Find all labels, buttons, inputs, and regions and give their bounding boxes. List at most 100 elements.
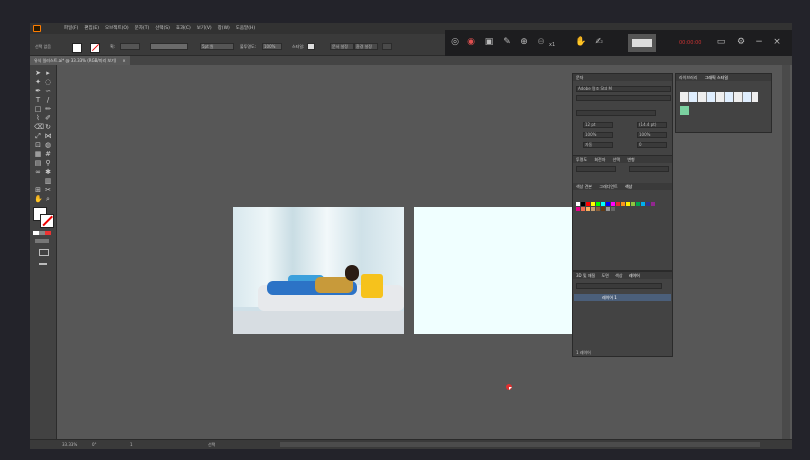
selection-tool-icon[interactable]: ➤ bbox=[34, 69, 42, 77]
eraser-tool-icon[interactable]: ⌫ bbox=[34, 123, 44, 131]
color-swatch[interactable] bbox=[586, 202, 590, 206]
color-swatch[interactable] bbox=[636, 202, 640, 206]
zoom-out-icon[interactable]: ⊖ bbox=[535, 36, 547, 48]
zoom-tool-icon[interactable]: ⌕ bbox=[44, 195, 52, 203]
paintbrush-tool-icon[interactable]: ✏ bbox=[44, 105, 52, 113]
width-tool-icon[interactable]: ⋈ bbox=[44, 132, 52, 140]
stroke-swatch[interactable] bbox=[90, 43, 100, 53]
color-swatch[interactable] bbox=[606, 207, 610, 211]
color-swatch[interactable] bbox=[621, 202, 625, 206]
tab-select[interactable]: 선택 bbox=[613, 157, 620, 162]
menu-effect[interactable]: 효과(C) bbox=[176, 25, 191, 31]
leading-input[interactable]: (14.4 pt) bbox=[637, 122, 667, 128]
screen-mode-icon[interactable] bbox=[39, 249, 49, 256]
stroke-color-box[interactable] bbox=[40, 214, 54, 228]
column-graph-tool-icon[interactable]: ▥ bbox=[44, 177, 52, 185]
pencil-tool-icon[interactable]: ✐ bbox=[44, 114, 52, 122]
rectangle-tool-icon[interactable]: □ bbox=[34, 105, 42, 113]
arrange-icon[interactable] bbox=[382, 43, 392, 50]
kerning-input[interactable]: 자동 bbox=[583, 142, 613, 148]
vertical-scale-input[interactable]: 100% bbox=[637, 132, 667, 138]
font-size-input[interactable]: 12 pt bbox=[583, 122, 613, 128]
settings-icon[interactable]: ⚙ bbox=[735, 36, 747, 48]
color-swatch[interactable] bbox=[606, 202, 610, 206]
zoom-readout[interactable]: 33.33% bbox=[62, 442, 77, 447]
swatch-grid[interactable] bbox=[576, 202, 668, 242]
color-swatch[interactable] bbox=[576, 202, 580, 206]
color-swatch[interactable] bbox=[591, 202, 595, 206]
scale-tool-icon[interactable]: ⤢ bbox=[34, 132, 42, 140]
horizontal-scale-input[interactable]: 100% bbox=[583, 132, 613, 138]
shape-builder-tool-icon[interactable]: ◍ bbox=[44, 141, 52, 149]
direct-select-tool-icon[interactable]: ▸ bbox=[44, 69, 52, 77]
hand-icon[interactable]: ✋ bbox=[575, 36, 587, 48]
font-search[interactable] bbox=[576, 110, 656, 116]
vertical-scrollbar[interactable] bbox=[782, 65, 790, 439]
magic-wand-tool-icon[interactable]: ✦ bbox=[34, 78, 42, 86]
menu-window[interactable]: 창(W) bbox=[218, 25, 230, 31]
artboard-blank[interactable] bbox=[414, 207, 591, 334]
hand-tool-icon[interactable]: ✋ bbox=[34, 195, 43, 203]
minimize-icon[interactable]: − bbox=[753, 36, 765, 48]
screenshot-icon[interactable]: ▣ bbox=[483, 36, 495, 48]
color-swatch[interactable] bbox=[596, 202, 600, 206]
tab-paths[interactable]: 도면 bbox=[602, 273, 609, 278]
menu-select[interactable]: 선택(S) bbox=[155, 25, 170, 31]
rotate-tool-icon[interactable]: ↻ bbox=[44, 123, 52, 131]
free-transform-tool-icon[interactable]: ⊡ bbox=[34, 141, 42, 149]
record-screen-icon[interactable]: ▭ bbox=[715, 36, 727, 48]
line-tool-icon[interactable]: / bbox=[44, 96, 52, 104]
color-swatch[interactable] bbox=[626, 202, 630, 206]
style-thumbs[interactable] bbox=[680, 92, 758, 102]
tab-libraries[interactable]: 라이브러리 bbox=[679, 75, 697, 80]
zoom-in-icon[interactable]: ⊕ bbox=[518, 36, 530, 48]
color-swatch[interactable] bbox=[611, 207, 615, 211]
document-setup-button[interactable]: 문서 설정 bbox=[330, 43, 354, 50]
color-swatch[interactable] bbox=[631, 202, 635, 206]
color-swatch[interactable] bbox=[646, 202, 650, 206]
color-swatch[interactable] bbox=[576, 207, 580, 211]
color-swatch[interactable] bbox=[601, 202, 605, 206]
variable-width-select[interactable] bbox=[150, 43, 188, 50]
swatch-input-1[interactable] bbox=[576, 166, 616, 172]
color-swatch[interactable] bbox=[651, 202, 655, 206]
color-swatch[interactable] bbox=[616, 202, 620, 206]
tab-rotate[interactable]: 회전자 bbox=[594, 157, 605, 162]
tab-color[interactable]: 색상 bbox=[625, 184, 632, 189]
color-swatch[interactable] bbox=[641, 202, 645, 206]
tab-transparency[interactable]: 투명도 bbox=[576, 157, 587, 162]
pause-circle-icon[interactable]: ◎ bbox=[449, 36, 461, 48]
shaper-tool-icon[interactable]: ⌇ bbox=[34, 114, 42, 122]
blend-tool-icon[interactable]: ∞ bbox=[34, 168, 42, 176]
menu-help[interactable]: 도움말(H) bbox=[236, 25, 255, 31]
draw-mode-icons[interactable] bbox=[35, 239, 49, 243]
swatch-input-2[interactable] bbox=[629, 166, 669, 172]
type-tool-icon[interactable]: T bbox=[34, 96, 42, 104]
preferences-button[interactable]: 환경 설정 bbox=[354, 43, 378, 50]
color-swatch[interactable] bbox=[581, 207, 585, 211]
stroke-weight-input[interactable] bbox=[120, 43, 140, 50]
gradient-tool-icon[interactable]: ▤ bbox=[34, 159, 42, 167]
tab-gradient[interactable]: 그래디언트 bbox=[599, 184, 617, 189]
symbol-sprayer-tool-icon[interactable]: ✱ bbox=[44, 168, 52, 176]
perspective-tool-icon[interactable]: ▦ bbox=[34, 150, 42, 158]
highlighter-icon[interactable]: ✍ bbox=[593, 36, 605, 48]
tab-color-guide[interactable]: 색상 bbox=[615, 273, 622, 278]
curvature-tool-icon[interactable]: ∽ bbox=[44, 87, 52, 95]
artboard-number[interactable]: 1 bbox=[130, 442, 133, 447]
close-icon[interactable]: × bbox=[771, 36, 783, 48]
artboard-tool-icon[interactable]: ⊞ bbox=[34, 186, 42, 194]
font-style-select[interactable] bbox=[576, 95, 671, 101]
horizontal-scrollbar[interactable] bbox=[280, 442, 760, 447]
fill-swatch[interactable] bbox=[72, 43, 82, 53]
tab-graphic-styles[interactable]: 그래픽 스타일 bbox=[705, 75, 728, 80]
color-swatch[interactable] bbox=[601, 207, 605, 211]
opacity-input[interactable]: 100% bbox=[262, 43, 282, 50]
layers-search[interactable] bbox=[576, 283, 662, 289]
font-family-select[interactable]: Adobe 명조 Std M bbox=[576, 86, 671, 92]
menu-file[interactable]: 파일(F) bbox=[64, 25, 78, 31]
lasso-tool-icon[interactable]: ◌ bbox=[44, 78, 52, 86]
menu-view[interactable]: 보기(V) bbox=[197, 25, 212, 31]
color-swatch[interactable] bbox=[591, 207, 595, 211]
eyedropper-tool-icon[interactable]: ⚲ bbox=[44, 159, 52, 167]
